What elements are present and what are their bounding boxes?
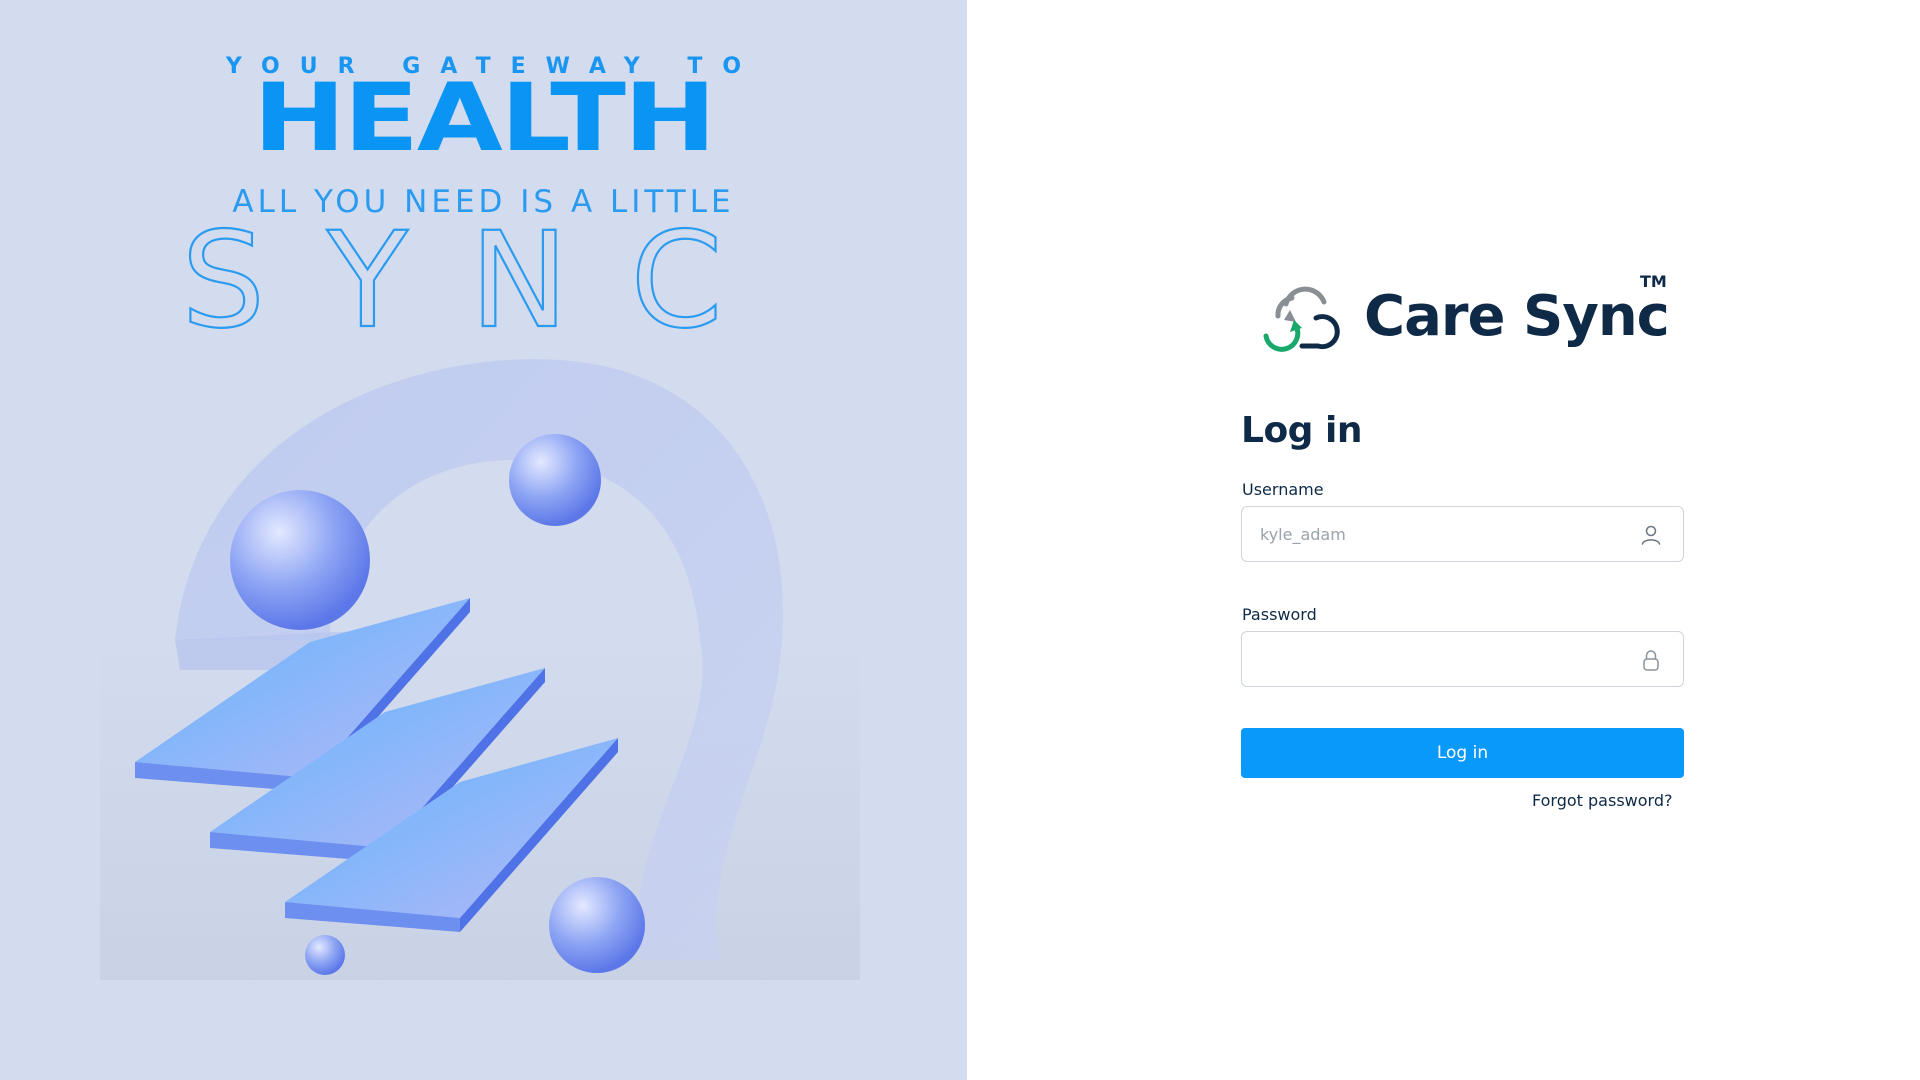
password-label: Password bbox=[1242, 605, 1317, 624]
forgot-password-link[interactable]: Forgot password? bbox=[1532, 791, 1672, 810]
username-field-wrapper bbox=[1241, 506, 1684, 562]
lock-icon bbox=[1643, 650, 1659, 671]
brand-name: Care Sync bbox=[1364, 284, 1670, 349]
hero-outline-word: SYNC bbox=[180, 218, 784, 338]
hero-headline: HEALTH bbox=[252, 64, 716, 173]
username-label: Username bbox=[1242, 480, 1324, 499]
user-icon bbox=[1641, 525, 1661, 545]
hero-outline-text: SYNC bbox=[181, 218, 784, 338]
username-input[interactable] bbox=[1242, 507, 1683, 561]
hero-panel: YOUR GATEWAY TO HEALTH ALL YOU NEED IS A… bbox=[0, 0, 967, 1080]
page-title: Log in bbox=[1241, 410, 1362, 451]
cloud-sync-icon bbox=[1263, 286, 1340, 352]
hero-illustration bbox=[100, 359, 860, 980]
hero-subline: ALL YOU NEED IS A LITTLE bbox=[232, 184, 735, 220]
brand-trademark: TM bbox=[1640, 272, 1667, 291]
login-button[interactable]: Log in bbox=[1241, 728, 1684, 778]
password-field-wrapper bbox=[1241, 631, 1684, 687]
password-input[interactable] bbox=[1242, 632, 1683, 686]
